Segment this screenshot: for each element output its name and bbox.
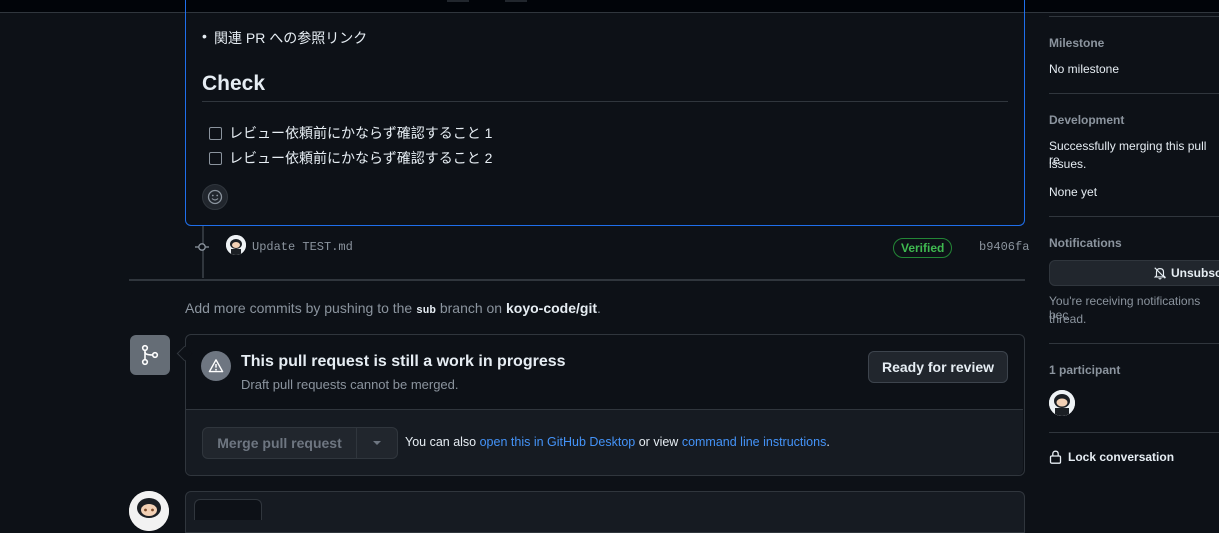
- task-checkbox[interactable]: [209, 126, 222, 140]
- task-label: レビュー依頼前にかならず確認すること 1: [229, 125, 493, 141]
- verified-badge[interactable]: Verified: [893, 238, 953, 258]
- timeline-divider: [129, 279, 1025, 281]
- lock-conversation-label: Lock conversation: [1068, 450, 1175, 464]
- alert-icon: [208, 359, 224, 373]
- command-line-instructions-link[interactable]: command line instructions: [682, 435, 827, 449]
- lock-conversation-button[interactable]: Lock conversation: [1049, 450, 1174, 464]
- add-reaction-button[interactable]: [202, 184, 228, 210]
- octocat-avatar-icon: [226, 235, 246, 255]
- new-comment-box: [185, 491, 1025, 533]
- merge-pull-request-button[interactable]: Merge pull request: [202, 427, 357, 459]
- unsubscribe-label: Unsubsc: [1171, 266, 1219, 280]
- push-note-prefix: Add more commits by pushing to the: [185, 300, 413, 316]
- milestone-value: No milestone: [1049, 62, 1120, 76]
- merge-status-title: This pull request is still a work in pro…: [241, 353, 566, 370]
- commit-icon: [195, 243, 209, 251]
- push-note-middle: branch on: [439, 300, 503, 316]
- sidebar-divider: [1049, 216, 1219, 217]
- alt-middle: or view: [638, 435, 679, 449]
- merge-status-subtitle: Draft pull requests cannot be merged.: [241, 377, 459, 392]
- octocat-avatar-icon: [1049, 390, 1075, 416]
- smiley-icon: [207, 189, 223, 205]
- branch-name: sub: [416, 305, 436, 317]
- participants-label: 1 participant: [1049, 363, 1121, 377]
- notifications-label: Notifications: [1049, 236, 1122, 250]
- check-heading: Check: [202, 72, 266, 95]
- sidebar-divider: [1049, 343, 1219, 344]
- repo-name: koyo-code/git: [506, 300, 598, 316]
- merge-alternatives-note: You can also open this in GitHub Desktop…: [405, 435, 830, 449]
- task-checkbox[interactable]: [209, 151, 222, 165]
- merge-method-dropdown[interactable]: [356, 427, 398, 459]
- participant-avatar[interactable]: [1049, 390, 1075, 416]
- sidebar-divider: [1049, 93, 1219, 94]
- current-user-avatar[interactable]: [129, 491, 169, 531]
- alt-suffix: .: [826, 435, 830, 449]
- lock-icon: [1049, 450, 1062, 464]
- heading-divider: [202, 101, 1008, 102]
- development-value: None yet: [1049, 185, 1098, 199]
- triangle-down-icon: [373, 441, 381, 445]
- development-description: issues.: [1049, 157, 1087, 171]
- task-label: レビュー依頼前にかならず確認すること 2: [229, 150, 493, 166]
- alt-prefix: You can also: [405, 435, 477, 449]
- commit-sha-link[interactable]: b9406fa: [979, 240, 1029, 254]
- alert-badge: [201, 351, 231, 381]
- task-item: レビュー依頼前にかならず確認すること 1: [209, 123, 492, 143]
- task-item: レビュー依頼前にかならず確認すること 2: [209, 148, 492, 168]
- ready-for-review-button[interactable]: Ready for review: [868, 351, 1008, 383]
- unsubscribe-button[interactable]: Unsubsc: [1049, 260, 1219, 286]
- commit-message-link[interactable]: Update TEST.md: [252, 240, 353, 254]
- octocat-avatar-icon: [129, 491, 169, 531]
- milestone-label[interactable]: Milestone: [1049, 36, 1104, 50]
- sidebar-divider: [1049, 432, 1219, 433]
- merge-status-icon: [130, 335, 170, 375]
- push-note-suffix: .: [597, 300, 601, 316]
- bullet-item: 関連 PR への参照リンク: [202, 28, 367, 48]
- tab-write[interactable]: [194, 499, 262, 520]
- push-commits-note: Add more commits by pushing to the sub b…: [185, 300, 601, 317]
- git-branch-icon: [141, 344, 159, 366]
- development-label[interactable]: Development: [1049, 113, 1124, 127]
- notifications-reason: thread.: [1049, 312, 1087, 326]
- commit-author-avatar[interactable]: [226, 235, 246, 255]
- open-in-desktop-link[interactable]: open this in GitHub Desktop: [480, 435, 636, 449]
- sidebar-divider: [1049, 16, 1219, 17]
- bell-slash-icon: [1153, 267, 1167, 280]
